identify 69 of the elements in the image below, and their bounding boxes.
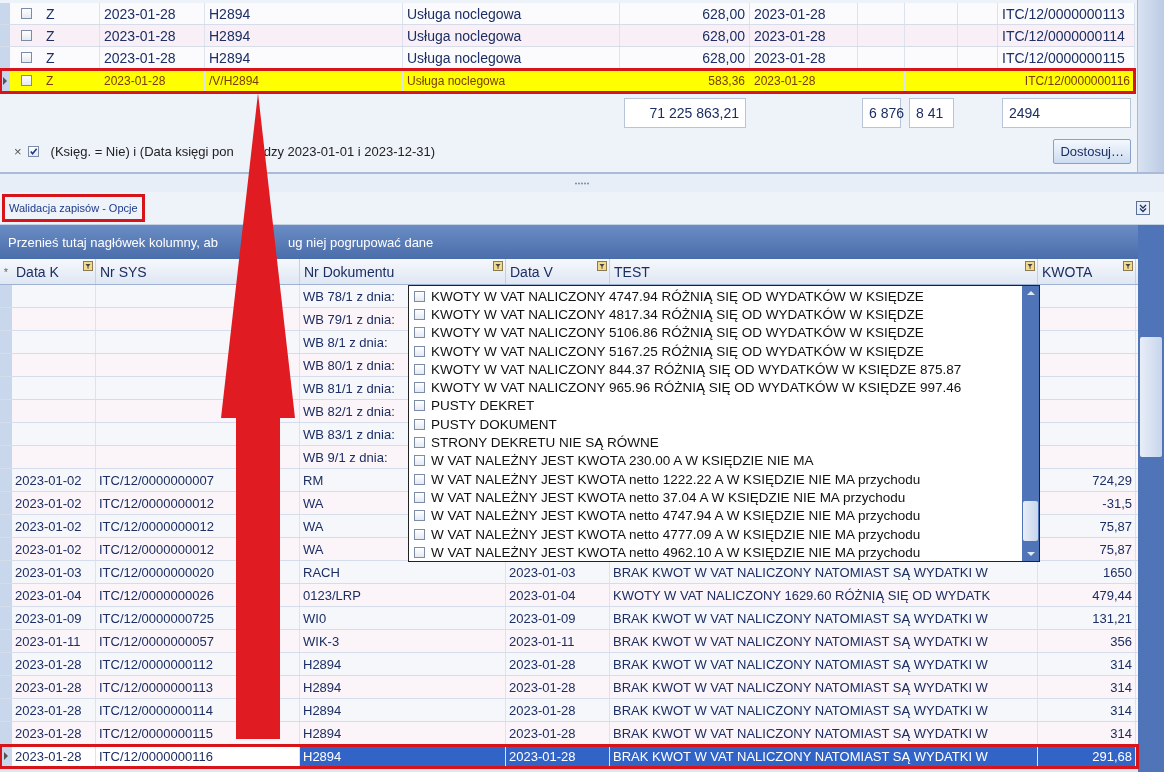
- table-cell: Z: [42, 3, 100, 24]
- table-cell: 628,00: [620, 3, 750, 24]
- group-panel-hint: ug niej pogrupować dane: [288, 234, 434, 250]
- table-cell: 2023-01-28: [12, 676, 96, 698]
- table-cell: 479,44: [1038, 584, 1136, 606]
- table-cell: H2894: [300, 699, 506, 721]
- table-cell: 314: [1038, 676, 1136, 698]
- table-cell: 2023-01-02: [12, 515, 96, 537]
- table-cell: 2023-01-28: [506, 745, 610, 767]
- table-cell: 291,68: [1038, 745, 1136, 767]
- table-cell: 628,00: [620, 25, 750, 46]
- table-cell: H2894: [205, 25, 403, 46]
- total-field: 2494: [1002, 98, 1131, 128]
- table-cell: H2894: [300, 653, 506, 675]
- group-panel-hint: Przenieś tutaj nagłówek kolumny, ab: [8, 234, 219, 250]
- table-cell: 2023-01-02: [12, 538, 96, 560]
- table-cell: /V/H2894: [205, 69, 403, 92]
- table-cell: Z: [42, 25, 100, 46]
- table-cell: 0123/LRP: [300, 584, 506, 606]
- table-cell: BRAK KWOT W VAT NALICZONY NATOMIAST SĄ WYDATKI W: [610, 676, 1038, 698]
- table-cell: 2023-01-28: [750, 3, 858, 24]
- table-cell: Usługa noclegowa: [403, 3, 620, 24]
- table-cell: Z: [42, 69, 100, 92]
- table-cell: 2023-01-11: [506, 630, 610, 652]
- table-cell: Usługa noclegowa: [403, 25, 620, 46]
- table-cell: 2023-01-28: [12, 699, 96, 721]
- filter-text: dzy 2023-01-01 i 2023-12-31): [263, 143, 436, 159]
- table-cell: 2023-01-09: [506, 607, 610, 629]
- table-cell: 583,36: [620, 69, 750, 92]
- new-row-marker: *: [2, 264, 10, 280]
- table-cell: 2023-01-28: [506, 653, 610, 675]
- table-cell: H2894: [300, 745, 506, 767]
- table-cell: 2023-01-02: [12, 469, 96, 491]
- table-cell: 2023-01-28: [750, 25, 858, 46]
- table-cell: 314: [1038, 653, 1136, 675]
- total-field: 8 41: [909, 98, 954, 128]
- table-cell: BRAK KWOT W VAT NALICZONY NATOMIAST SĄ WYDATKI W: [610, 607, 1038, 629]
- table-cell: ITC/12/0000000116: [998, 69, 1135, 92]
- table-cell: WIK-3: [300, 630, 506, 652]
- table-cell: 2023-01-03: [12, 561, 96, 583]
- table-cell: H2894: [205, 3, 403, 24]
- table-cell: BRAK KWOT W VAT NALICZONY NATOMIAST SĄ WYDATKI W: [610, 699, 1038, 721]
- filter-text: (Księg. = Nie) i (Data księgi pon: [50, 143, 234, 159]
- table-cell: 2023-01-28: [100, 3, 205, 24]
- table-cell: 2023-01-09: [12, 607, 96, 629]
- table-cell: 2023-01-28: [100, 69, 205, 92]
- table-cell: 2023-01-11: [12, 630, 96, 652]
- table-cell: WI0: [300, 607, 506, 629]
- table-cell: 2023-01-28: [506, 676, 610, 698]
- table-cell: 2023-01-28: [100, 25, 205, 46]
- table-cell: BRAK KWOT W VAT NALICZONY NATOMIAST SĄ WYDATKI W: [610, 653, 1038, 675]
- table-cell: BRAK KWOT W VAT NALICZONY NATOMIAST SĄ WYDATKI W: [610, 630, 1038, 652]
- table-cell: ITC/12/0000000114: [998, 25, 1135, 46]
- table-cell: 2023-01-28: [506, 699, 610, 721]
- total-field: 71 225 863,21: [624, 98, 746, 128]
- table-cell: 131,21: [1038, 607, 1136, 629]
- table-cell: 2023-01-28: [12, 653, 96, 675]
- table-cell: 2023-01-28: [12, 745, 96, 767]
- table-cell: BRAK KWOT W VAT NALICZONY NATOMIAST SĄ WYDATKI W: [610, 745, 1038, 767]
- table-cell: ITC/12/0000000113: [998, 3, 1135, 24]
- table-cell: 314: [1038, 699, 1136, 721]
- table-cell: 2023-01-02: [12, 492, 96, 514]
- table-cell: 2023-01-04: [506, 584, 610, 606]
- table-cell: 2023-01-04: [12, 584, 96, 606]
- table-cell: 356: [1038, 630, 1136, 652]
- table-cell: KWOTY W VAT NALICZONY 1629.60 RÓŻNIĄ SIĘ OD WYDATK: [610, 584, 1038, 606]
- table-cell: Usługa noclegowa: [403, 69, 620, 92]
- table-cell: H2894: [300, 676, 506, 698]
- table-cell: 2023-01-28: [750, 69, 858, 92]
